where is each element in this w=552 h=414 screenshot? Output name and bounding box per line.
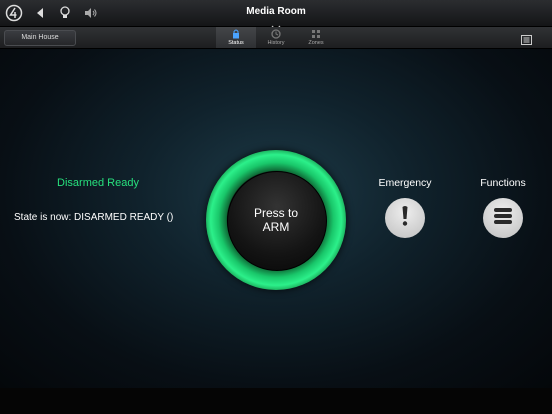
lock-icon — [216, 29, 256, 39]
menu-icon[interactable] — [521, 32, 532, 50]
sub-bar: Main House Status History Zones — [0, 27, 552, 49]
tab-zones[interactable]: Zones — [296, 27, 336, 48]
tab-status-label: Status — [228, 40, 244, 46]
arm-button-label: Press to ARM — [227, 206, 325, 234]
bottom-bar — [0, 388, 552, 414]
emergency-label: Emergency — [378, 177, 432, 189]
exclamation-icon — [400, 205, 410, 232]
chevron-down-icon[interactable] — [271, 18, 281, 31]
tab-history-label: History — [267, 40, 285, 46]
functions-button[interactable] — [483, 198, 523, 238]
tab-history[interactable]: History — [256, 27, 296, 48]
history-icon — [256, 29, 296, 39]
state-text: State is now: DISARMED READY () — [14, 212, 174, 223]
house-selector-button[interactable]: Main House — [4, 30, 76, 46]
arm-label-line1: Press to — [253, 206, 298, 220]
emergency-button[interactable] — [385, 198, 425, 238]
zones-icon — [296, 29, 336, 39]
room-title[interactable]: Media Room — [0, 6, 552, 17]
status-label: Disarmed Ready — [57, 177, 139, 189]
arm-label-line2: ARM — [262, 220, 290, 234]
tab-zones-label: Zones — [308, 40, 324, 46]
functions-label: Functions — [480, 177, 526, 189]
list-icon — [493, 207, 513, 230]
tab-status[interactable]: Status — [216, 27, 256, 48]
top-bar: Media Room — [0, 0, 552, 31]
